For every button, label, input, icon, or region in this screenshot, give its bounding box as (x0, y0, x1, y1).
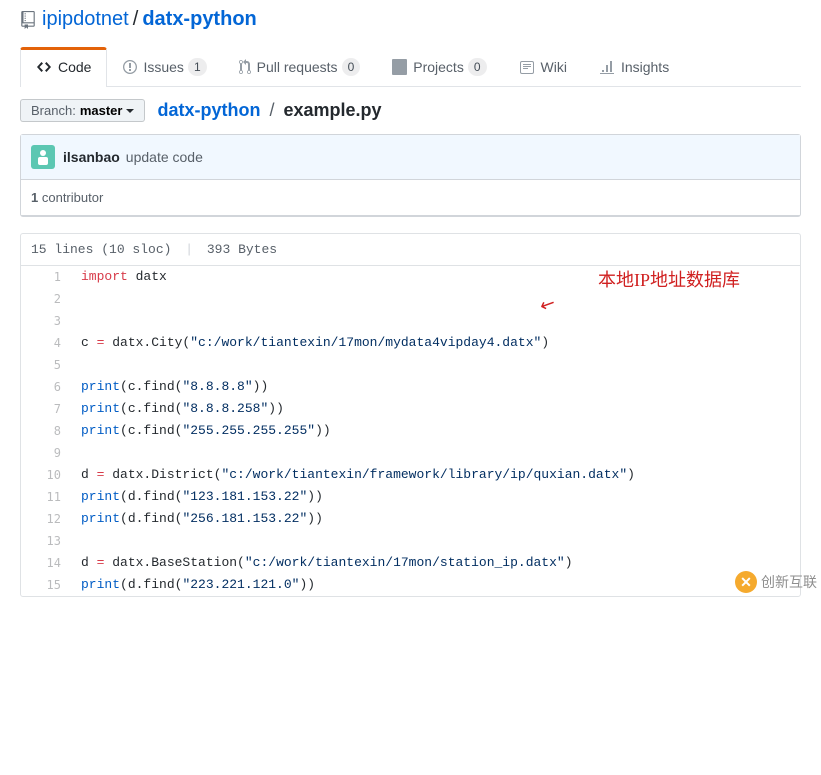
insights-icon (599, 59, 615, 75)
file-meta: 15 lines (10 sloc) | 393 Bytes (21, 234, 800, 266)
repo-separator: / (133, 8, 139, 31)
line-number[interactable]: 11 (21, 486, 71, 508)
repo-owner-link[interactable]: ipipdotnet (42, 8, 129, 31)
contrib-label: contributor (42, 190, 103, 205)
repo-name-link[interactable]: datx-python (142, 8, 256, 31)
issues-icon (123, 59, 137, 75)
code-line: c = datx.City("c:/work/tiantexin/17mon/m… (71, 332, 800, 354)
code-line (71, 354, 800, 376)
code-icon (36, 59, 52, 75)
tab-issues-label: Issues (143, 59, 183, 75)
branch-label: Branch: (31, 103, 76, 118)
code-line (71, 310, 800, 332)
watermark-text: 创新互联 (761, 572, 817, 592)
tabnav: Code Issues 1 Pull requests 0 Projects 0… (20, 47, 801, 87)
tab-wiki[interactable]: Wiki (503, 47, 583, 86)
line-number[interactable]: 14 (21, 552, 71, 574)
caret-down-icon (126, 109, 134, 117)
line-number[interactable]: 1 (21, 266, 71, 288)
issues-count: 1 (188, 58, 207, 76)
breadcrumb-root[interactable]: datx-python (157, 100, 260, 120)
line-number[interactable]: 6 (21, 376, 71, 398)
contrib-count: 1 (31, 190, 38, 205)
code-line: d = datx.BaseStation("c:/work/tiantexin/… (71, 552, 800, 574)
watermark-icon: ✕ (735, 571, 757, 593)
tab-code[interactable]: Code (20, 47, 107, 87)
wiki-icon (519, 59, 535, 75)
line-number[interactable]: 15 (21, 574, 71, 596)
breadcrumb-file: example.py (284, 100, 382, 120)
branch-value: master (80, 103, 123, 118)
repo-icon (20, 11, 36, 29)
repo-title: ipipdotnet / datx-python (20, 8, 801, 31)
projects-count: 0 (468, 58, 487, 76)
branch-selector[interactable]: Branch: master (20, 99, 145, 122)
tab-issues[interactable]: Issues 1 (107, 47, 222, 86)
line-number[interactable]: 2 (21, 288, 71, 310)
line-number[interactable]: 9 (21, 442, 71, 464)
tab-pull-requests[interactable]: Pull requests 0 (223, 47, 377, 86)
line-number[interactable]: 7 (21, 398, 71, 420)
tab-projects[interactable]: Projects 0 (376, 47, 502, 86)
code-line: d = datx.District("c:/work/tiantexin/fra… (71, 464, 800, 486)
tab-insights-label: Insights (621, 59, 669, 75)
line-number[interactable]: 4 (21, 332, 71, 354)
meta-lines: 15 lines (10 sloc) (31, 242, 171, 257)
prs-count: 0 (342, 58, 361, 76)
avatar[interactable] (31, 145, 55, 169)
code-line: print(c.find("8.8.8.8")) (71, 376, 800, 398)
tab-prs-label: Pull requests (257, 59, 338, 75)
code-line: print(d.find("223.221.121.0")) (71, 574, 800, 596)
commit-author[interactable]: ilsanbao (63, 149, 120, 165)
code-line (71, 530, 800, 552)
tab-code-label: Code (58, 59, 91, 75)
breadcrumb-separator: / (269, 100, 274, 120)
line-number[interactable]: 3 (21, 310, 71, 332)
breadcrumb: datx-python / example.py (157, 100, 381, 121)
contributors[interactable]: 1 contributor (21, 180, 800, 216)
line-number[interactable]: 13 (21, 530, 71, 552)
projects-icon (392, 59, 407, 75)
code-line (71, 442, 800, 464)
watermark: ✕ 创新互联 (735, 571, 817, 593)
code-line: print(d.find("123.181.153.22")) (71, 486, 800, 508)
line-number[interactable]: 12 (21, 508, 71, 530)
tab-wiki-label: Wiki (541, 59, 567, 75)
line-number[interactable]: 5 (21, 354, 71, 376)
line-number[interactable]: 10 (21, 464, 71, 486)
code-table: 1import datx 2 3 4c = datx.City("c:/work… (21, 266, 800, 596)
annotation-label: 本地IP地址数据库 (598, 266, 740, 292)
commit-bar: ilsanbao update code (21, 135, 800, 180)
code-line: print(c.find("8.8.8.258")) (71, 398, 800, 420)
line-number[interactable]: 8 (21, 420, 71, 442)
tab-projects-label: Projects (413, 59, 464, 75)
code-line: print(c.find("255.255.255.255")) (71, 420, 800, 442)
tab-insights[interactable]: Insights (583, 47, 685, 86)
meta-bytes: 393 Bytes (207, 242, 277, 257)
commit-message[interactable]: update code (126, 149, 203, 165)
code-line: print(d.find("256.181.153.22")) (71, 508, 800, 530)
pr-icon (239, 59, 251, 75)
